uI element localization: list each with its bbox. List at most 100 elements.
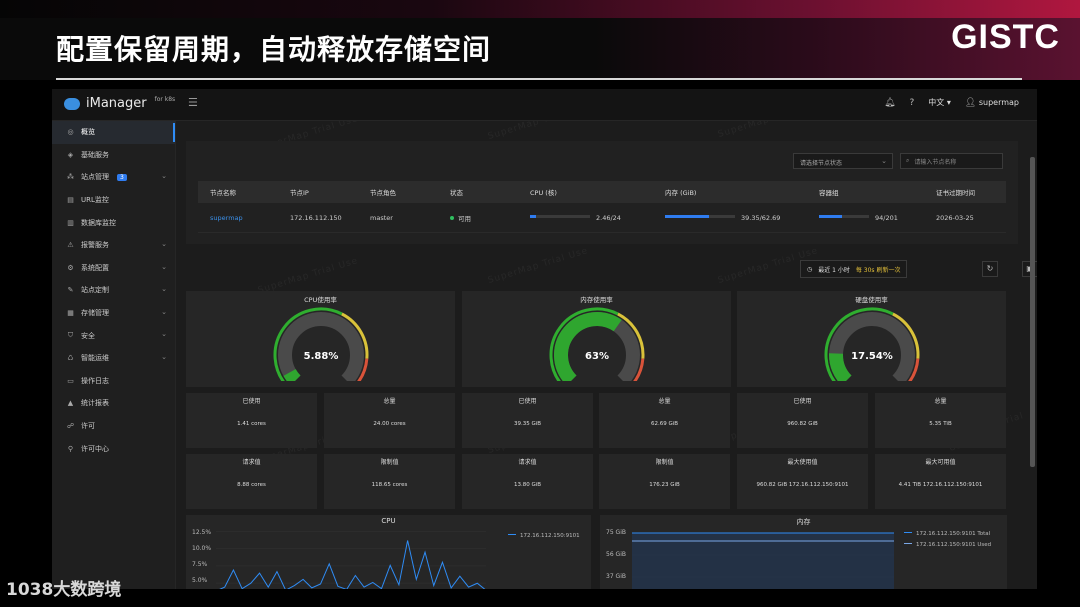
cpu-gauge: 5.88% — [273, 307, 369, 381]
log-icon: ▭ — [67, 376, 74, 385]
sidebar-item[interactable]: ▥ 数据库监控 — [52, 211, 175, 234]
sidebar-item[interactable]: ◎ 概览 — [52, 121, 175, 144]
cpu-plot — [216, 531, 486, 589]
stat-value: 1.41 cores — [237, 421, 266, 427]
ops-icon: ♺ — [67, 354, 74, 363]
menu-toggle-icon[interactable]: ☰ — [188, 97, 198, 108]
chevron-down-icon: ⌄ — [161, 307, 167, 316]
sidebar-item[interactable]: ▤ URL监控 — [52, 189, 175, 212]
user-name: supermap — [978, 97, 1019, 107]
stat-card: 总量 24.00 cores — [324, 393, 455, 448]
sidebar-item-label: 系统配置 — [81, 263, 109, 272]
imanager-window: iManager for k8s ☰ 🔔︎ ? 中文 ▾ 👤︎ supermap… — [52, 89, 1037, 589]
column-header: 状态 — [450, 189, 463, 197]
slide-title: 配置保留周期，自动释放存储空间 — [56, 33, 492, 66]
stat-label: 最大使用值 — [787, 459, 818, 466]
legend-item: 172.16.112.150:9101 Total — [904, 531, 990, 537]
time-range-picker[interactable]: ◷ 最近 1 小时 每 30s 刷新一次 — [800, 260, 908, 278]
chevron-down-icon: ⌄ — [161, 352, 167, 361]
stat-value: 960.82 GiB — [787, 421, 818, 427]
stat-card: 请求值 8.88 cores — [186, 454, 317, 509]
y-tick: 7.5% — [192, 561, 208, 568]
stat-label: 已使用 — [518, 398, 537, 405]
sidebar-item[interactable]: ⚲ 许可中心 — [52, 437, 175, 460]
sidebar-item[interactable]: ☍ 许可 — [52, 415, 175, 438]
sidebar-item[interactable]: ⚙ 系统配置 ⌄ — [52, 257, 175, 280]
header-stripe — [0, 0, 1080, 18]
shield-icon: ⛉ — [67, 331, 74, 340]
app-logo[interactable]: iManager for k8s — [64, 96, 175, 111]
time-range-label: 最近 1 小时 — [818, 266, 850, 274]
sidebar-item-label: 许可中心 — [81, 444, 109, 453]
sidebar-item[interactable]: ♺ 智能运维 ⌄ — [52, 347, 175, 370]
node-cpu-value: 2.46/24 — [596, 213, 621, 222]
node-table: 节点名称 节点IP 节点角色 状态 CPU (核) 内存 (GiB) 容器组 证书过期时间 s… — [198, 181, 1006, 233]
scrollbar[interactable] — [1030, 157, 1035, 467]
refresh-button[interactable]: ↻ — [982, 261, 998, 277]
stat-label: 限制值 — [655, 459, 674, 466]
corner-logo: 1038大数跨境 — [6, 580, 122, 600]
brand-logo: GISTC — [951, 18, 1060, 57]
node-name[interactable]: supermap — [210, 214, 243, 222]
stat-card: 已使用 39.35 GiB — [462, 393, 593, 448]
count-badge: 3 — [117, 173, 127, 181]
stat-value: 960.82 GiB 172.16.112.150:9101 — [756, 482, 849, 488]
sidebar-item-label: 许可 — [81, 422, 95, 431]
node-search-input[interactable]: ⌕ 请输入节点名称 — [900, 153, 1003, 169]
table-row[interactable]: supermap 172.16.112.150 master 可用 2.46/2… — [198, 203, 1006, 233]
search-icon: ⌕ — [906, 157, 910, 164]
sidebar-item[interactable]: ✎ 站点定制 ⌄ — [52, 279, 175, 302]
sidebar-item-label: 安全 — [81, 331, 95, 340]
node-status: 可用 — [438, 213, 518, 223]
column-header: 节点IP — [290, 189, 309, 197]
bell-icon[interactable]: 🔔︎ — [884, 98, 895, 108]
pods-progress-bar — [819, 214, 869, 218]
node-status-select[interactable]: 请选择节点状态 ⌄ — [793, 153, 893, 169]
chevron-down-icon: ⌄ — [881, 157, 887, 165]
stat-value: 24.00 cores — [373, 421, 406, 427]
sidebar-item[interactable]: ▭ 操作日志 — [52, 370, 175, 393]
help-icon[interactable]: ? — [910, 98, 915, 108]
y-tick: 10.0% — [192, 545, 212, 552]
chevron-down-icon: ⌄ — [161, 172, 167, 181]
cpu-series-line — [219, 540, 486, 589]
chevron-down-icon: ▾ — [946, 98, 951, 107]
node-role: master — [370, 213, 393, 222]
node-search-placeholder: 请输入节点名称 — [914, 159, 957, 166]
watermark: SuperMap Trial Use — [717, 121, 820, 140]
sidebar-item-label: 统计报表 — [81, 399, 109, 408]
status-dot — [450, 215, 454, 220]
stat-value: 118.65 cores — [371, 482, 408, 488]
license-icon: ☍ — [66, 422, 75, 431]
y-tick: 75 GiB — [606, 529, 626, 536]
stat-label: 限制值 — [380, 459, 399, 466]
refresh-interval-label: 每 30s 刷新一次 — [855, 266, 901, 274]
sites-icon: ⁂ — [67, 173, 74, 182]
brand-text: GISTC — [951, 18, 1060, 56]
column-header: CPU (核) — [530, 189, 557, 197]
sidebar-item[interactable]: ⛉ 安全 ⌄ — [52, 324, 175, 347]
pods-progress-fill — [819, 214, 843, 218]
stat-card: 总量 5.35 TiB — [875, 393, 1006, 448]
mem-progress-bar — [665, 214, 735, 218]
stat-label: 请求值 — [242, 459, 261, 466]
alarm-icon: ⚠ — [67, 241, 74, 250]
stat-label: 最大可用值 — [925, 459, 956, 466]
sidebar-item[interactable]: ⚠ 报警服务 ⌄ — [52, 234, 175, 257]
language-select[interactable]: 中文 ▾ — [928, 97, 951, 108]
stat-card: 总量 62.69 GiB — [599, 393, 730, 448]
sidebar-item[interactable]: ▲ 统计报表 — [52, 392, 175, 415]
dashboard-icon: ◎ — [67, 128, 74, 137]
y-tick: 5.0% — [192, 577, 208, 584]
user-menu[interactable]: 👤︎ supermap — [965, 98, 1019, 108]
gauge-card-memory: 内存使用率 63% — [462, 291, 731, 387]
chevron-down-icon: ⌄ — [161, 239, 167, 248]
sidebar-item[interactable]: ⁂ 站点管理 3 ⌄ — [52, 166, 175, 189]
gauge-card-cpu: CPU使用率 5.88% — [186, 291, 455, 387]
node-cpu: 2.46/24 — [518, 214, 653, 222]
stat-value: 4.41 TiB 172.16.112.150:9101 — [898, 482, 983, 488]
node-name-link[interactable]: supermap — [198, 214, 278, 222]
sidebar-item[interactable]: ▦ 存储管理 ⌄ — [52, 302, 175, 325]
refresh-icon: ↻ — [986, 264, 994, 273]
sidebar-item[interactable]: ◈ 基础服务 — [52, 144, 175, 167]
